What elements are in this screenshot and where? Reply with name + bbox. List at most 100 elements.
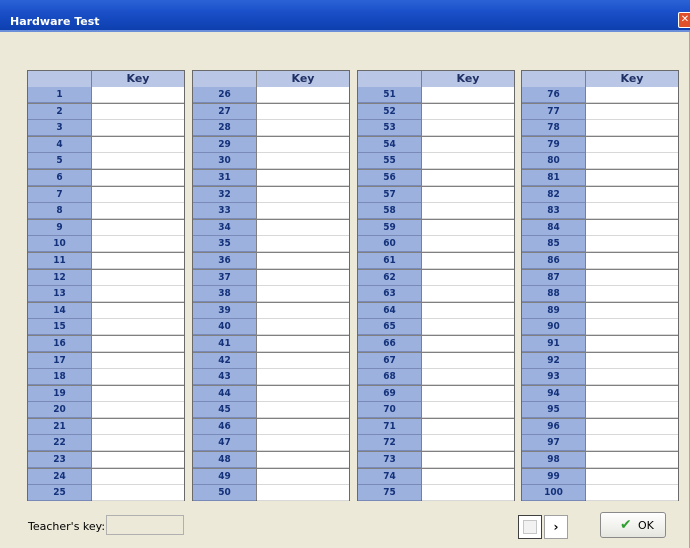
key-cell[interactable] xyxy=(92,302,184,319)
key-cell[interactable] xyxy=(422,286,514,303)
key-cell[interactable] xyxy=(92,319,184,336)
previous-page-button[interactable] xyxy=(518,515,542,539)
key-cell[interactable] xyxy=(586,169,678,186)
key-cell[interactable] xyxy=(92,87,184,103)
close-icon[interactable]: ✕ xyxy=(678,12,690,28)
key-cell[interactable] xyxy=(257,120,349,137)
key-cell[interactable] xyxy=(92,352,184,369)
key-cell[interactable] xyxy=(586,203,678,220)
key-cell[interactable] xyxy=(257,335,349,352)
key-cell[interactable] xyxy=(586,302,678,319)
key-cell[interactable] xyxy=(422,252,514,269)
key-cell[interactable] xyxy=(586,87,678,103)
key-cell[interactable] xyxy=(586,103,678,120)
key-cell[interactable] xyxy=(92,485,184,502)
key-cell[interactable] xyxy=(257,269,349,286)
key-cell[interactable] xyxy=(422,153,514,170)
key-cell[interactable] xyxy=(586,120,678,137)
key-cell[interactable] xyxy=(422,103,514,120)
key-cell[interactable] xyxy=(422,435,514,452)
key-cell[interactable] xyxy=(257,103,349,120)
key-cell[interactable] xyxy=(422,236,514,253)
key-cell[interactable] xyxy=(586,219,678,236)
key-cell[interactable] xyxy=(422,335,514,352)
key-cell[interactable] xyxy=(586,236,678,253)
key-cell[interactable] xyxy=(92,186,184,203)
key-cell[interactable] xyxy=(586,252,678,269)
key-cell[interactable] xyxy=(586,369,678,386)
key-cell[interactable] xyxy=(257,136,349,153)
next-page-button[interactable]: › xyxy=(544,515,568,539)
key-cell[interactable] xyxy=(257,369,349,386)
key-cell[interactable] xyxy=(92,335,184,352)
key-cell[interactable] xyxy=(92,136,184,153)
key-cell[interactable] xyxy=(92,385,184,402)
key-cell[interactable] xyxy=(257,203,349,220)
key-cell[interactable] xyxy=(586,319,678,336)
key-cell[interactable] xyxy=(92,236,184,253)
key-cell[interactable] xyxy=(257,153,349,170)
key-cell[interactable] xyxy=(586,186,678,203)
key-cell[interactable] xyxy=(422,352,514,369)
key-cell[interactable] xyxy=(422,219,514,236)
key-cell[interactable] xyxy=(257,402,349,419)
key-cell[interactable] xyxy=(422,452,514,469)
key-cell[interactable] xyxy=(586,352,678,369)
key-cell[interactable] xyxy=(257,169,349,186)
key-cell[interactable] xyxy=(257,319,349,336)
key-cell[interactable] xyxy=(586,286,678,303)
key-cell[interactable] xyxy=(422,369,514,386)
key-cell[interactable] xyxy=(92,203,184,220)
ok-button[interactable]: ✔ OK xyxy=(600,512,666,538)
key-cell[interactable] xyxy=(422,169,514,186)
key-cell[interactable] xyxy=(92,418,184,435)
key-cell[interactable] xyxy=(586,418,678,435)
key-cell[interactable] xyxy=(92,103,184,120)
key-cell[interactable] xyxy=(257,219,349,236)
key-cell[interactable] xyxy=(92,219,184,236)
key-cell[interactable] xyxy=(422,418,514,435)
key-cell[interactable] xyxy=(422,385,514,402)
key-cell[interactable] xyxy=(257,252,349,269)
key-cell[interactable] xyxy=(92,286,184,303)
key-cell[interactable] xyxy=(257,385,349,402)
title-bar[interactable]: Hardware Test ✕ xyxy=(0,0,690,30)
key-cell[interactable] xyxy=(422,319,514,336)
key-cell[interactable] xyxy=(92,452,184,469)
key-cell[interactable] xyxy=(422,186,514,203)
key-cell[interactable] xyxy=(257,435,349,452)
key-cell[interactable] xyxy=(422,269,514,286)
key-cell[interactable] xyxy=(586,435,678,452)
key-cell[interactable] xyxy=(257,302,349,319)
key-cell[interactable] xyxy=(257,87,349,103)
key-cell[interactable] xyxy=(92,169,184,186)
key-cell[interactable] xyxy=(257,286,349,303)
key-cell[interactable] xyxy=(586,335,678,352)
key-cell[interactable] xyxy=(422,402,514,419)
key-cell[interactable] xyxy=(92,120,184,137)
key-cell[interactable] xyxy=(92,435,184,452)
key-cell[interactable] xyxy=(257,485,349,502)
key-cell[interactable] xyxy=(586,136,678,153)
key-cell[interactable] xyxy=(257,468,349,485)
key-cell[interactable] xyxy=(586,153,678,170)
key-cell[interactable] xyxy=(92,369,184,386)
key-cell[interactable] xyxy=(586,269,678,286)
key-cell[interactable] xyxy=(422,203,514,220)
key-cell[interactable] xyxy=(92,402,184,419)
key-cell[interactable] xyxy=(422,302,514,319)
key-cell[interactable] xyxy=(257,236,349,253)
key-cell[interactable] xyxy=(586,452,678,469)
key-cell[interactable] xyxy=(92,468,184,485)
key-cell[interactable] xyxy=(92,153,184,170)
key-cell[interactable] xyxy=(257,418,349,435)
teacher-key-input[interactable] xyxy=(106,515,184,535)
key-cell[interactable] xyxy=(257,186,349,203)
key-cell[interactable] xyxy=(257,352,349,369)
key-cell[interactable] xyxy=(586,385,678,402)
key-cell[interactable] xyxy=(586,402,678,419)
key-cell[interactable] xyxy=(257,452,349,469)
key-cell[interactable] xyxy=(422,485,514,502)
key-cell[interactable] xyxy=(422,136,514,153)
key-cell[interactable] xyxy=(92,269,184,286)
